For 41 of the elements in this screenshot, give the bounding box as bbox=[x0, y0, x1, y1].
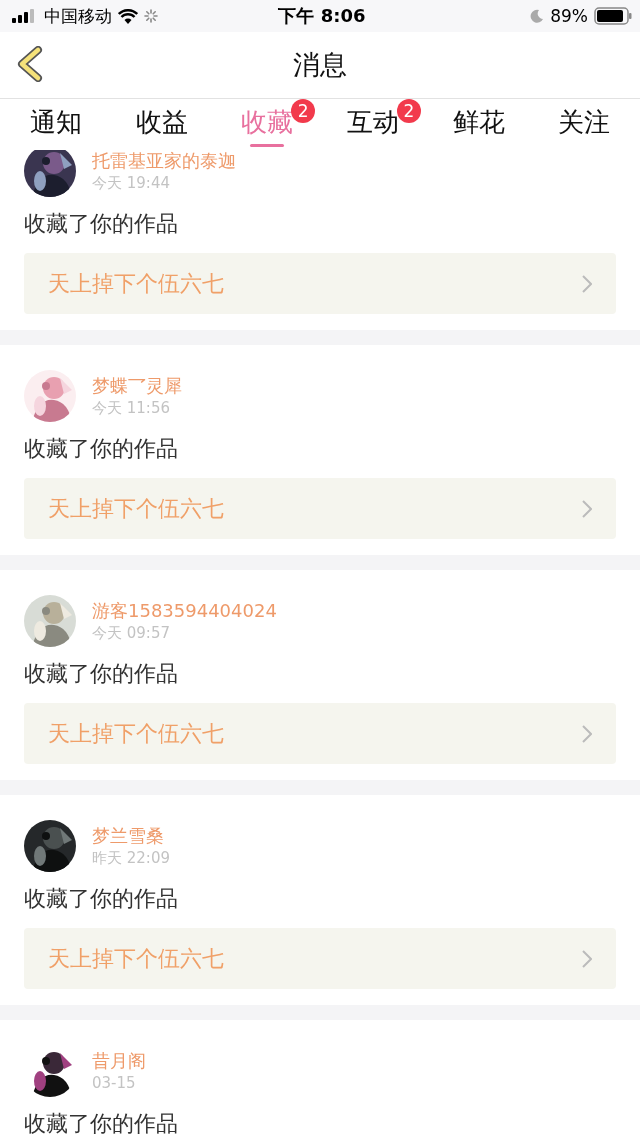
user-name[interactable]: 梦蝶乛灵犀 bbox=[92, 374, 182, 398]
message-time: 昨天 22:09 bbox=[92, 848, 170, 868]
work-link[interactable]: 天上掉下个伍六七 bbox=[24, 478, 616, 539]
work-title: 天上掉下个伍六七 bbox=[48, 719, 224, 748]
moon-icon bbox=[530, 9, 545, 23]
message-text: 收藏了你的作品 bbox=[24, 1110, 179, 1138]
message-text: 收藏了你的作品 bbox=[24, 435, 179, 463]
work-link[interactable]: 天上掉下个伍六七 bbox=[24, 928, 616, 989]
page-title: 消息 bbox=[293, 48, 347, 82]
tab[interactable]: 鲜花 bbox=[425, 99, 532, 150]
loading-icon bbox=[144, 9, 158, 23]
wifi-icon bbox=[118, 8, 138, 24]
user-name[interactable]: 昔月阁 bbox=[92, 1049, 146, 1073]
tab[interactable]: 通知 bbox=[3, 99, 109, 150]
work-link[interactable]: 天上掉下个伍六七 bbox=[24, 253, 616, 314]
chevron-icon bbox=[582, 949, 592, 968]
work-title: 天上掉下个伍六七 bbox=[48, 944, 224, 973]
work-title: 天上掉下个伍六七 bbox=[48, 269, 224, 298]
user-name[interactable]: 游客1583594404024 bbox=[92, 599, 277, 623]
tab[interactable]: 收益 bbox=[108, 99, 215, 150]
user-name[interactable]: 梦兰雪桑 bbox=[92, 824, 170, 848]
tab[interactable]: 关注 bbox=[531, 99, 638, 150]
message-time: 03-15 bbox=[92, 1073, 137, 1093]
message-time: 今天 09:57 bbox=[92, 623, 171, 643]
work-title: 天上掉下个伍六七 bbox=[48, 494, 224, 523]
message-text: 收藏了你的作品 bbox=[24, 885, 179, 913]
message-text: 收藏了你的作品 bbox=[24, 210, 179, 238]
message-text: 收藏了你的作品 bbox=[24, 660, 179, 688]
user-name[interactable]: 托雷基亚家的泰迦 bbox=[92, 150, 236, 173]
count-badge: 2 bbox=[396, 99, 421, 123]
battery-icon bbox=[594, 7, 632, 25]
work-link[interactable]: 天上掉下个伍六七 bbox=[24, 703, 616, 764]
battery-percent: 89% bbox=[550, 6, 588, 26]
clock-time: 下午 8:06 bbox=[278, 4, 366, 28]
carrier-name: 中国移动 bbox=[44, 4, 112, 28]
message-time: 今天 19:44 bbox=[92, 173, 171, 193]
count-badge: 2 bbox=[291, 99, 316, 123]
chevron-icon bbox=[582, 499, 592, 518]
chevron-icon bbox=[582, 724, 592, 743]
message-time: 今天 11:56 bbox=[92, 398, 171, 418]
chevron-icon bbox=[582, 274, 592, 293]
